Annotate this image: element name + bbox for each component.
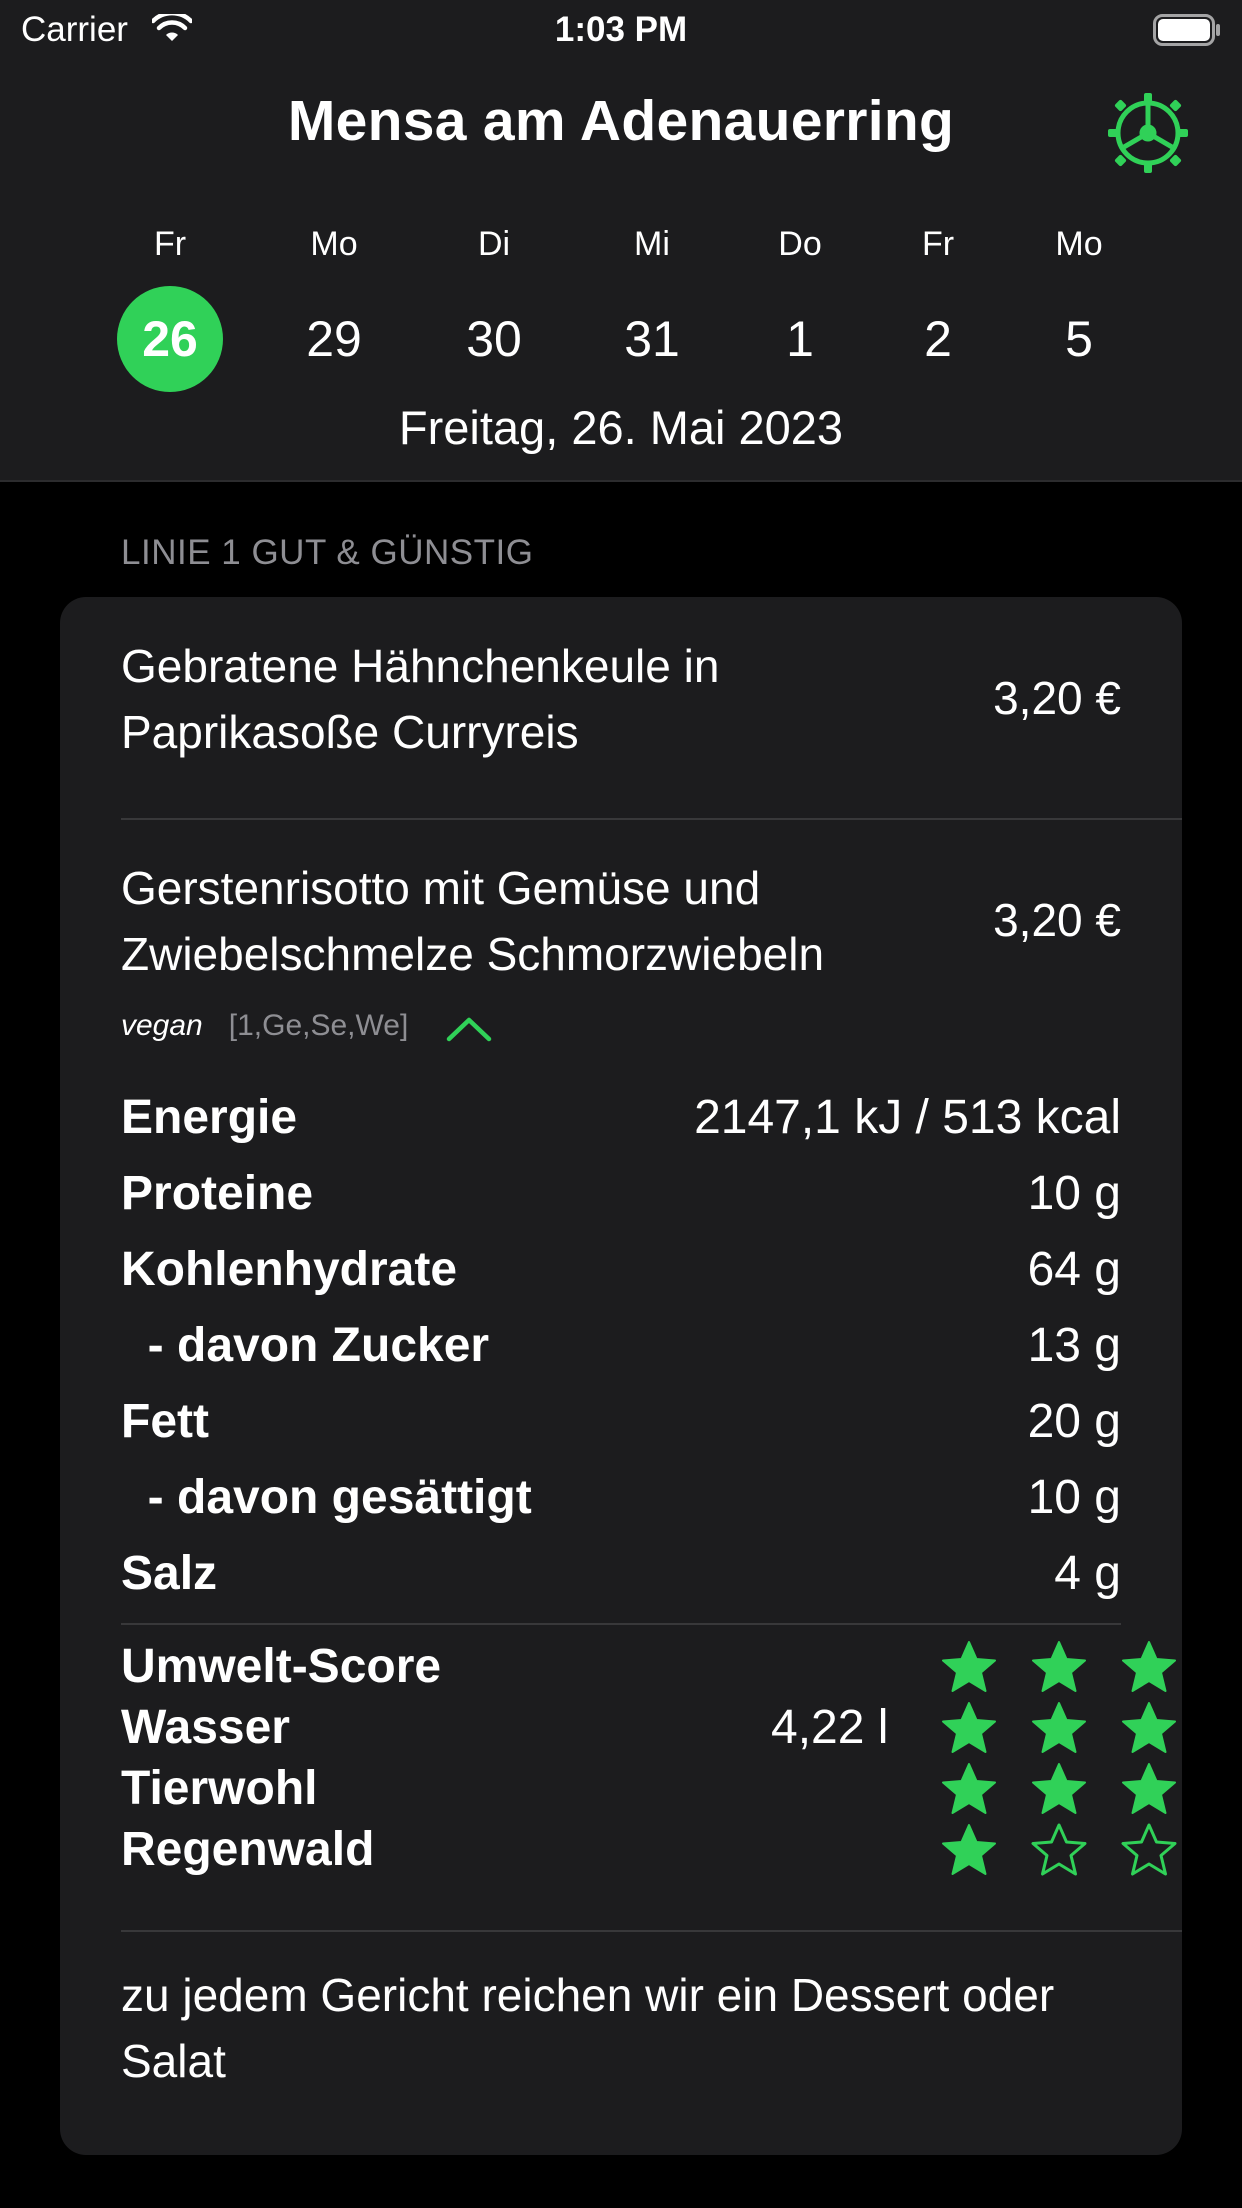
chevron-up-icon[interactable] [445, 1015, 493, 1043]
footer-note: zu jedem Gericht reichen wir ein Dessert… [121, 1969, 1055, 2087]
score-row-wasser: Wasser 4,22 l [121, 1700, 1181, 1760]
meal-price: 3,20 € [993, 672, 1121, 724]
day-number[interactable]: 29 [281, 286, 387, 392]
day-name: Mo [1055, 225, 1103, 263]
star-outline-icon [1121, 1823, 1177, 1876]
score-label: Umwelt-Score [121, 1640, 442, 1693]
score-row-tierwohl: Tierwohl [121, 1761, 1181, 1821]
day-number[interactable]: 5 [1026, 286, 1132, 392]
allergen-list: [1,Ge,Se,We] [228, 1009, 409, 1042]
nutrition-value: 13 g [1027, 1319, 1121, 1372]
battery-icon [1153, 14, 1220, 46]
nutrition-label: Salz [121, 1547, 218, 1600]
meal-row[interactable]: Gerstenrisotto mit Gemüse und Zwiebelsch… [121, 855, 1181, 1005]
nutrition-row-gesaettigt: - davon gesättigt 10 g [121, 1470, 1121, 1546]
meal-row[interactable]: Gebratene Hähnchenkeule in Paprikasoße C… [121, 633, 1181, 783]
meal-price: 3,20 € [993, 894, 1121, 946]
star-filled-icon [1122, 1763, 1176, 1814]
star-outline-icon [1031, 1823, 1087, 1876]
day-selector-fr-2[interactable]: Fr 2 [883, 220, 993, 392]
day-name: Mo [310, 225, 358, 263]
page-title: Mensa am Adenauerring [287, 89, 955, 153]
nutrition-row-salz: Salz 4 g [121, 1546, 1121, 1622]
status-bar: Carrier 1:03 PM [0, 0, 1242, 62]
star-filled-icon [1032, 1763, 1086, 1814]
star-filled-icon [1122, 1641, 1176, 1692]
meal-name: Gebratene Hähnchenkeule in Paprikasoße C… [121, 640, 720, 758]
nutrition-label: Proteine [121, 1167, 314, 1220]
nutrition-label: - davon Zucker [121, 1319, 490, 1372]
nutrition-row-energie: Energie 2147,1 kJ / 513 kcal [121, 1090, 1121, 1166]
day-selector-mo-29[interactable]: Mo 29 [279, 220, 389, 392]
day-name: Fr [921, 225, 955, 263]
divider [121, 818, 1182, 820]
nutrition-value: 10 g [1027, 1167, 1121, 1220]
nutrition-row-proteine: Proteine 10 g [121, 1166, 1121, 1242]
day-number[interactable]: 30 [441, 286, 547, 392]
selected-date: Freitag, 26. Mai 2023 [398, 401, 844, 454]
divider [121, 1623, 1121, 1625]
gear-icon[interactable] [1105, 90, 1191, 176]
nutrition-row-fett: Fett 20 g [121, 1394, 1121, 1470]
score-value: 4,22 l [771, 1701, 889, 1754]
score-row-regenwald: Regenwald [121, 1822, 1181, 1882]
day-selector-fr-26[interactable]: Fr 26 [115, 220, 225, 392]
nutrition-value: 64 g [1027, 1243, 1121, 1296]
day-selector-mo-5[interactable]: Mo 5 [1024, 220, 1134, 392]
nutrition-row-zucker: - davon Zucker 13 g [121, 1318, 1121, 1394]
header: Carrier 1:03 PM Mensa am Adenauerring Fr… [0, 0, 1242, 482]
star-filled-icon [1032, 1641, 1086, 1692]
day-name: Mi [634, 225, 670, 263]
nutrition-value: 4 g [1054, 1547, 1121, 1600]
nutrition-label: - davon gesättigt [121, 1471, 532, 1524]
star-filled-icon [942, 1641, 996, 1692]
nutrition-value: 20 g [1027, 1395, 1121, 1448]
nutrition-value: 10 g [1027, 1471, 1121, 1524]
vegan-tag: vegan [121, 1009, 203, 1042]
nutrition-value: 2147,1 kJ / 513 kcal [694, 1091, 1121, 1144]
star-filled-icon [1122, 1702, 1176, 1753]
day-name: Di [477, 225, 511, 263]
divider [121, 1930, 1182, 1932]
day-selector-mi-31[interactable]: Mi 31 [597, 220, 707, 392]
score-row-umwelt: Umwelt-Score [121, 1639, 1181, 1699]
menu-card: Gebratene Hähnchenkeule in Paprikasoße C… [60, 597, 1182, 2155]
day-name: Fr [153, 225, 187, 263]
star-filled-icon [1032, 1702, 1086, 1753]
day-name: Do [778, 225, 822, 263]
meal-tags: vegan [1,Ge,Se,We] [121, 1009, 408, 1043]
nutrition-row-kohlenhydrate: Kohlenhydrate 64 g [121, 1242, 1121, 1318]
day-number[interactable]: 2 [885, 286, 991, 392]
score-label: Tierwohl [121, 1762, 318, 1815]
nutrition-label: Kohlenhydrate [121, 1243, 458, 1296]
score-label: Regenwald [121, 1823, 375, 1876]
meal-name: Gerstenrisotto mit Gemüse und Zwiebelsch… [121, 862, 825, 980]
nutrition-label: Fett [121, 1395, 209, 1448]
star-filled-icon [942, 1763, 996, 1814]
section-header: LINIE 1 GUT & GÜNSTIG [121, 533, 534, 572]
day-number[interactable]: 26 [117, 286, 223, 392]
star-filled-icon [942, 1702, 996, 1753]
nutrition-label: Energie [121, 1091, 298, 1144]
star-filled-icon [942, 1824, 996, 1875]
day-selector-di-30[interactable]: Di 30 [439, 220, 549, 392]
score-label: Wasser [121, 1701, 290, 1754]
status-time: 1:03 PM [554, 10, 688, 49]
day-number[interactable]: 1 [747, 286, 853, 392]
day-number[interactable]: 31 [599, 286, 705, 392]
day-selector-do-1[interactable]: Do 1 [745, 220, 855, 392]
